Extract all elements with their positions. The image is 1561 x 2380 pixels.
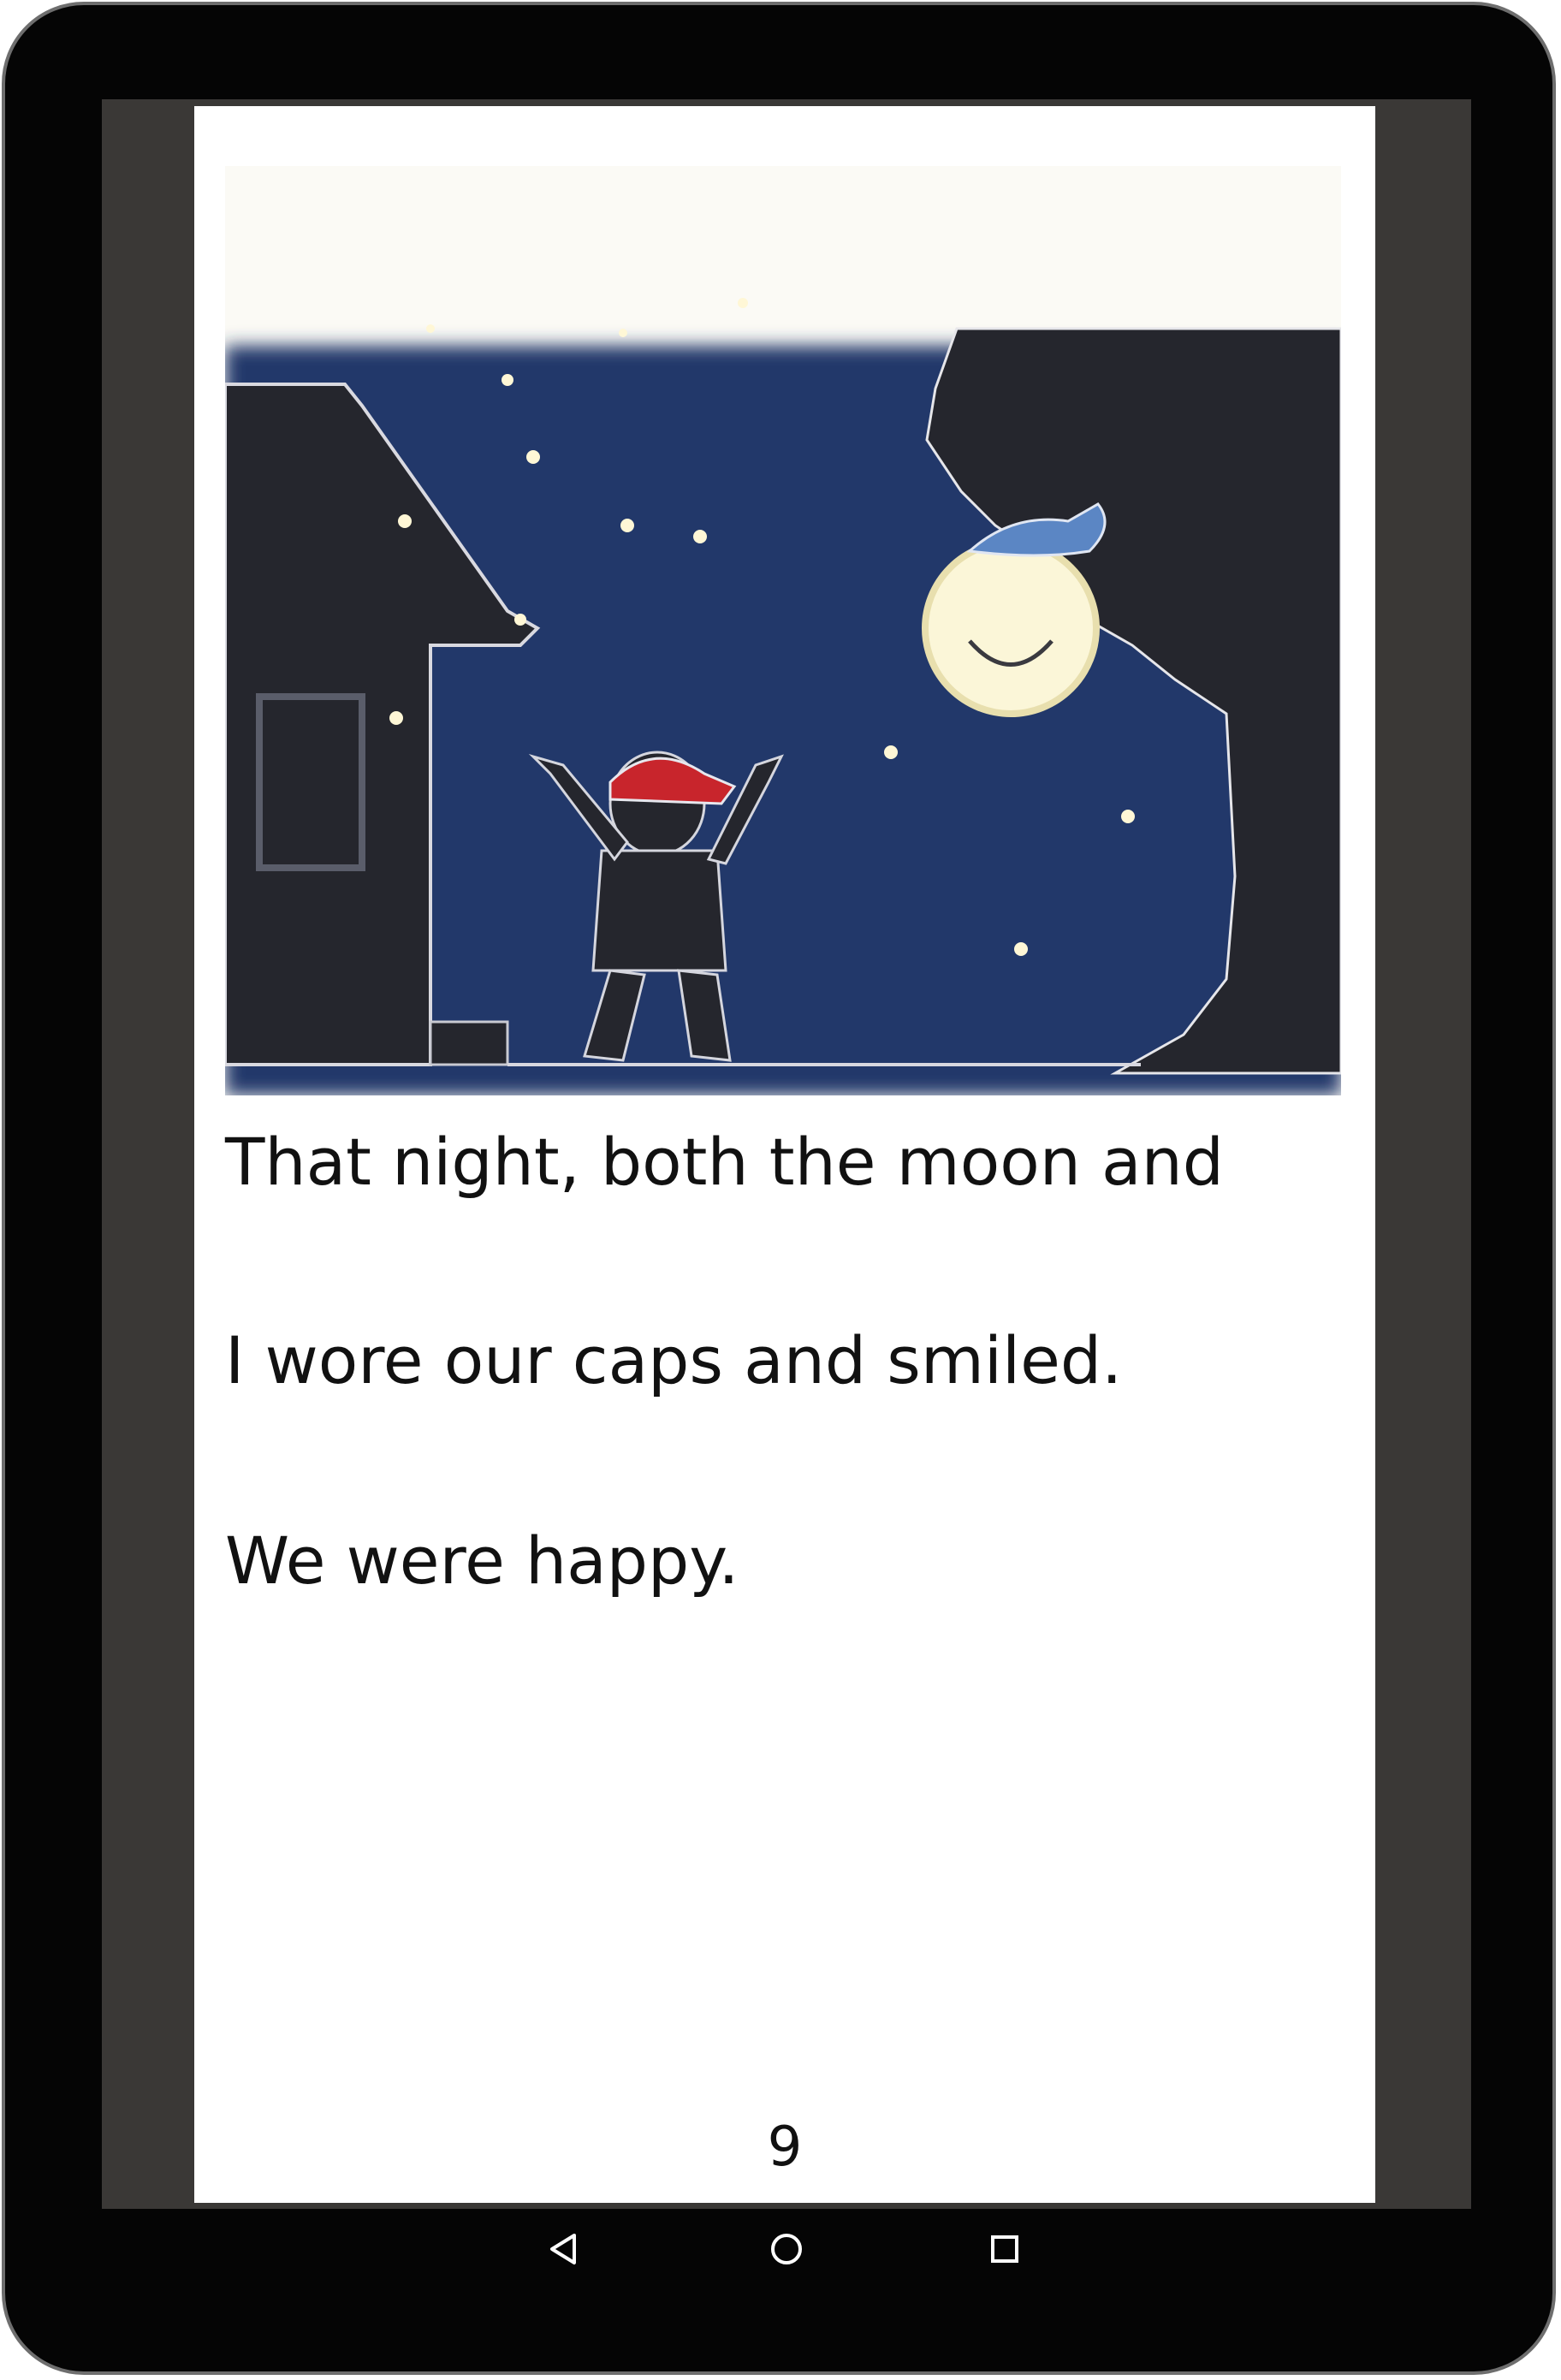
android-navigation-bar (102, 2210, 1471, 2287)
home-circle-icon (771, 2234, 802, 2264)
story-text-line-3: We were happy. (225, 1522, 739, 1599)
house-step (429, 1020, 509, 1066)
story-illustration (225, 166, 1341, 1095)
star (884, 745, 898, 759)
back-button[interactable] (530, 2215, 598, 2283)
star (398, 514, 412, 528)
star (619, 329, 627, 337)
story-text-line-1: That night, both the moon and (225, 1124, 1225, 1200)
star (693, 530, 707, 543)
star (1121, 810, 1135, 823)
star (514, 614, 526, 626)
home-button[interactable] (752, 2215, 821, 2283)
star (738, 298, 748, 308)
recent-apps-button[interactable] (970, 2215, 1039, 2283)
star (526, 450, 540, 464)
night-sky-illustration (225, 298, 1341, 1095)
recent-apps-square-icon (991, 2235, 1018, 2263)
star (426, 324, 435, 333)
tablet-device-frame: That night, both the moon and I wore our… (2, 2, 1556, 2375)
star (1014, 942, 1028, 956)
star (620, 519, 634, 532)
book-page: That night, both the moon and I wore our… (194, 106, 1375, 2203)
tablet-screen: That night, both the moon and I wore our… (102, 99, 1471, 2209)
star (389, 711, 403, 725)
star (502, 374, 513, 386)
back-triangle-icon (550, 2234, 576, 2264)
page-number: 9 (767, 2116, 803, 2179)
moon (922, 539, 1100, 717)
story-text-line-2: I wore our caps and smiled. (225, 1322, 1123, 1398)
